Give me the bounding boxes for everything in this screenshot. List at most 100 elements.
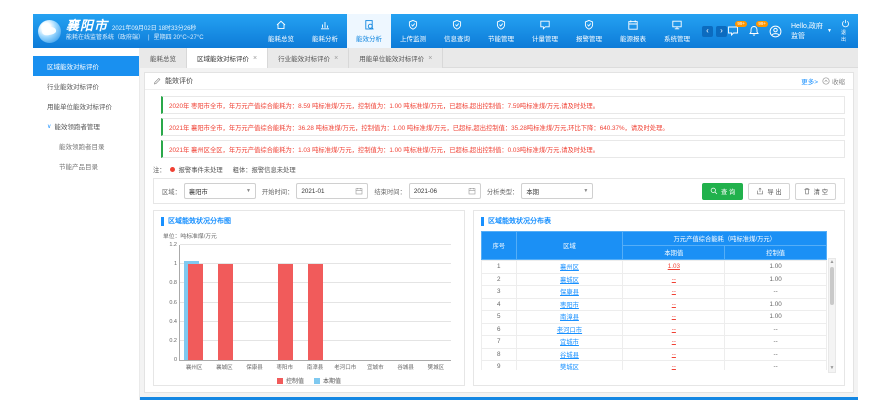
col-index-header: 序号 <box>482 232 517 260</box>
nav-item-calendar[interactable]: 能源报表 <box>611 14 655 48</box>
current-value-link[interactable]: -- <box>672 301 676 308</box>
nav-item-shield[interactable]: 上传监测 <box>391 14 435 48</box>
legend-label: 控制值 <box>286 376 304 385</box>
start-date-input[interactable]: 2021-01 <box>296 183 368 199</box>
collapse-button[interactable]: 收缩 <box>822 76 845 86</box>
tab[interactable]: 区域能效对标评价× <box>187 48 268 68</box>
x-axis-label: 樊城区 <box>421 363 451 371</box>
region-select[interactable]: 襄阳市 ▼ <box>184 183 256 199</box>
legend-item[interactable]: 本期值 <box>314 376 341 385</box>
cell-control: 1.00 <box>725 261 827 274</box>
header-weather: 星期四 20°C~27°C <box>154 35 204 43</box>
tab-close-icon[interactable]: × <box>253 55 257 62</box>
nav-item-chat[interactable]: 计量管理 <box>523 14 567 48</box>
tab-close-icon[interactable]: × <box>428 55 432 62</box>
sidebar-item[interactable]: 行业能效对标评价 <box>33 76 139 96</box>
nav-item-chart[interactable]: 能耗分析 <box>303 14 347 48</box>
cell-region: 保康县 <box>516 286 623 299</box>
chat-bubble-icon <box>727 25 739 37</box>
table-row: 3 保康县 -- -- <box>482 286 827 299</box>
separator: | <box>148 35 150 43</box>
scroll-up-icon[interactable]: ▲ <box>830 259 835 266</box>
legend-swatch-icon <box>277 378 283 384</box>
current-value-link[interactable]: -- <box>672 276 676 283</box>
tab-close-icon[interactable]: × <box>334 55 338 62</box>
notifications-button[interactable]: 99+ <box>748 25 760 37</box>
end-date-input[interactable]: 2021-06 <box>409 183 481 199</box>
current-value-link[interactable]: -- <box>672 351 676 358</box>
tab[interactable]: 用能单位能效对标评价× <box>349 48 443 68</box>
cell-index: 3 <box>482 286 517 299</box>
region-link[interactable]: 襄城区 <box>560 277 579 284</box>
nav-item-monitor[interactable]: 系统管理 <box>655 14 699 48</box>
tab[interactable]: 能耗总览 <box>140 48 187 68</box>
current-value-link[interactable]: -- <box>672 326 676 333</box>
analysis-type-select[interactable]: 本期 ▼ <box>521 183 593 199</box>
region-link[interactable]: 谷城县 <box>560 352 579 359</box>
nav-next-button[interactable]: › <box>716 26 727 37</box>
current-value-link[interactable]: -- <box>672 363 676 370</box>
cell-current: 1.03 <box>623 261 725 274</box>
cell-current: -- <box>623 361 725 371</box>
nav-item-shield[interactable]: 节能管理 <box>479 14 523 48</box>
region-link[interactable]: 枣阳市 <box>560 302 579 309</box>
nav-item-shield[interactable]: 信息查询 <box>435 14 479 48</box>
cell-current: -- <box>623 311 725 324</box>
table-row: 5 南漳县 -- 1.00 <box>482 311 827 324</box>
calendar-icon <box>355 187 363 195</box>
query-button[interactable]: 查 询 <box>702 183 743 200</box>
table-row: 9樊城区---- <box>482 361 827 371</box>
region-link[interactable]: 襄州区 <box>560 264 579 271</box>
legend-item[interactable]: 控制值 <box>277 376 304 385</box>
current-value-link[interactable]: -- <box>672 288 676 295</box>
cell-current: -- <box>623 336 725 349</box>
export-icon <box>756 187 764 195</box>
data-table: 1襄州区1.031.002襄城区--1.003保康县----4枣阳市--1.00… <box>481 260 827 370</box>
y-axis-label: 0.8 <box>169 280 177 286</box>
table-row: 6老河口市---- <box>482 323 827 336</box>
current-value-link[interactable]: 1.03 <box>668 263 680 270</box>
scrollbar-thumb[interactable] <box>830 267 834 305</box>
region-link[interactable]: 老河口市 <box>557 327 582 334</box>
clear-button[interactable]: 清 空 <box>795 183 836 200</box>
nav-prev-button[interactable]: ‹ <box>702 26 713 37</box>
table-scrollbar[interactable]: ▲ ▼ <box>828 258 836 373</box>
cell-index: 8 <box>482 348 517 361</box>
col-group-header: 万元产值综合能耗（吨标准煤/万元） <box>623 232 827 246</box>
sidebar-item[interactable]: 节能产品目录 <box>33 156 139 176</box>
nav-item-home[interactable]: 能耗总览 <box>259 14 303 48</box>
chevron-down-icon: ▼ <box>827 28 832 34</box>
sidebar-item[interactable]: 区域能效对标评价 <box>33 56 139 76</box>
region-link[interactable]: 樊城区 <box>560 364 579 370</box>
region-link[interactable]: 南漳县 <box>560 314 579 321</box>
cell-index: 5 <box>482 311 517 324</box>
cell-control: -- <box>725 323 827 336</box>
current-value-link[interactable]: -- <box>672 338 676 345</box>
sidebar-item[interactable]: 能效领跑者目录 <box>33 136 139 156</box>
nav-item-analysis[interactable]: 能效分析 <box>347 14 391 48</box>
tab[interactable]: 行业能效对标评价× <box>268 48 349 68</box>
export-button[interactable]: 导 出 <box>748 183 789 200</box>
nav-item-shield[interactable]: 报警管理 <box>567 14 611 48</box>
header-right: 99+ 99+ Hello,政府监管 ▼ 退出 <box>727 14 858 48</box>
cell-region: 老河口市 <box>516 323 623 336</box>
nav-item-label: 系统管理 <box>664 33 690 43</box>
more-link[interactable]: 更多> <box>801 76 818 86</box>
cell-index: 2 <box>482 273 517 286</box>
scroll-down-icon[interactable]: ▼ <box>830 365 835 372</box>
logout-button[interactable]: 退出 <box>841 19 850 43</box>
region-link[interactable]: 保康县 <box>560 289 579 296</box>
sidebar-item-label: 能效领跑者管理 <box>54 121 100 131</box>
sidebar-item[interactable]: ∨能效领跑者管理 <box>33 116 139 136</box>
region-link[interactable]: 宜城市 <box>560 339 579 346</box>
scrollbar-track[interactable] <box>829 266 835 365</box>
cell-control: 1.00 <box>725 311 827 324</box>
sidebar-item[interactable]: 用能单位能效对标评价 <box>33 96 139 116</box>
cell-control: -- <box>725 286 827 299</box>
cell-control: -- <box>725 348 827 361</box>
messages-button[interactable]: 99+ <box>727 25 739 37</box>
current-value-link[interactable]: -- <box>672 313 676 320</box>
avatar[interactable] <box>769 25 782 38</box>
user-menu[interactable]: Hello,政府监管 ▼ <box>791 21 832 41</box>
cell-region: 枣阳市 <box>516 298 623 311</box>
